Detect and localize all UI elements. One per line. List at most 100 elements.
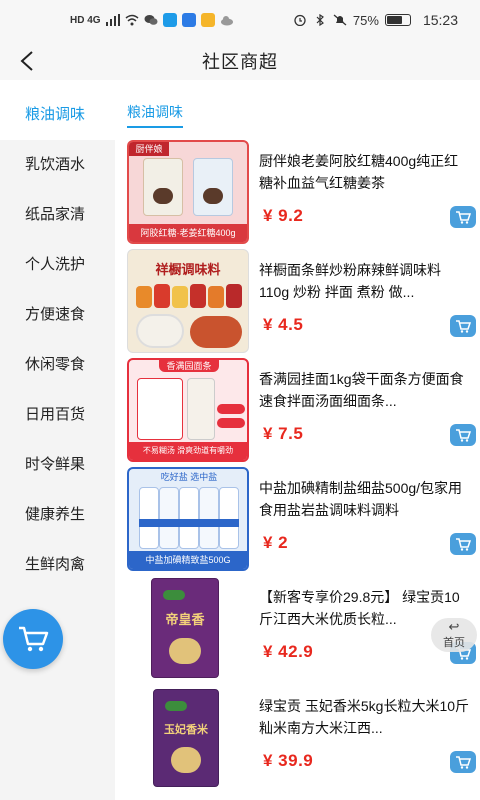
rice-bag-label	[163, 590, 185, 600]
app-notification-icon	[162, 13, 177, 27]
add-to-cart-button[interactable]	[450, 533, 476, 555]
product-price: ¥ 42.9	[263, 642, 314, 661]
image-caption: 不易糊汤 滑爽劲道有嚼劲	[129, 442, 247, 460]
cloud-icon	[220, 14, 234, 26]
page-title: 社区商超	[202, 52, 278, 72]
product-bag-dark	[203, 188, 223, 204]
sidebar-item-grain-oil[interactable]: 粮油调味	[0, 90, 115, 140]
cart-icon	[19, 626, 49, 652]
product-item[interactable]: 帝皇香 【新客专享价29.8元】 绿宝贡10斤江西大米优质长粒... ¥ 42.…	[127, 576, 476, 686]
image-caption: 祥橱调味料	[155, 262, 221, 277]
product-name[interactable]: 香满园挂面1kg袋干面条方便面食速食拌面汤面细面条...	[259, 368, 471, 412]
product-image: 祥橱调味料	[127, 249, 249, 353]
product-bag	[137, 378, 183, 440]
battery-icon	[384, 14, 411, 26]
product-stripe	[139, 519, 239, 527]
section-title: 粮油调味	[127, 102, 183, 128]
product-item[interactable]: 吃好盐 选中盐 中盐加碘精致盐500G 中盐加碘精制盐细盐500g/包家用食用盐…	[127, 467, 476, 577]
add-to-cart-button[interactable]	[450, 206, 476, 228]
sidebar-item-fresh-meat[interactable]: 生鲜肉禽	[0, 540, 115, 590]
product-bag	[179, 487, 199, 549]
add-to-cart-button[interactable]	[450, 751, 476, 773]
product-item[interactable]: 玉妃香米 绿宝贡 玉妃香米5kg长粒大米10斤籼米南方大米江西... ¥ 39.…	[127, 685, 476, 795]
product-name[interactable]: 祥橱面条鲜炒粉麻辣鲜调味料110g 炒粉 拌面 煮粉 做...	[259, 259, 471, 303]
sidebar-item-seasonal-fruit[interactable]: 时令鲜果	[0, 440, 115, 490]
product-list: 粮油调味 厨伴娘 阿胶红糖·老姜红糖400g 厨伴娘老姜阿胶红糖400g纯正红糖…	[115, 90, 480, 800]
wifi-icon	[125, 14, 139, 26]
rice-bag-art	[169, 638, 201, 664]
home-button-label: 首页	[443, 637, 465, 649]
product-name[interactable]: 绿宝贡 玉妃香米5kg长粒大米10斤籼米南方大米江西...	[259, 695, 471, 739]
sidebar-item-instant-food[interactable]: 方便速食	[0, 290, 115, 340]
image-caption: 阿胶红糖·老姜红糖400g	[129, 224, 247, 242]
cart-icon	[456, 211, 471, 224]
image-caption: 中盐加碘精致盐500G	[129, 551, 247, 569]
sidebar-item-snacks[interactable]: 休闲零食	[0, 340, 115, 390]
rice-bag-art	[171, 747, 201, 773]
sidebar-item-health[interactable]: 健康养生	[0, 490, 115, 540]
product-bag	[226, 284, 242, 308]
product-item[interactable]: 厨伴娘 阿胶红糖·老姜红糖400g 厨伴娘老姜阿胶红糖400g纯正红糖补血益气红…	[127, 140, 476, 250]
cart-icon	[456, 320, 471, 333]
product-item[interactable]: 祥橱调味料 祥橱面条鲜炒粉麻辣鲜调味料110g 炒粉 拌面 煮粉 做... ¥ …	[127, 249, 476, 359]
product-bag	[159, 487, 179, 549]
status-right: 75% 15:23	[293, 12, 458, 28]
product-bag	[199, 487, 219, 549]
category-sidebar: 粮油调味 乳饮酒水 纸品家清 个人洗护 方便速食 休闲零食 日用百货 时令鲜果 …	[0, 90, 115, 800]
product-bag	[193, 158, 233, 216]
app-notification-icon	[181, 13, 196, 27]
product-name[interactable]: 中盐加碘精制盐细盐500g/包家用食用盐岩盐调味料调料	[259, 477, 471, 521]
brand-label: 厨伴娘	[129, 142, 169, 156]
product-price: ¥ 7.5	[263, 424, 304, 443]
status-bar: HD 4G 75% 15:23	[0, 0, 480, 40]
product-price: ¥ 2	[263, 533, 289, 552]
bluetooth-icon	[313, 13, 327, 27]
product-image: 玉妃香米	[127, 685, 249, 789]
product-bag	[154, 284, 170, 308]
sidebar-item-daily-goods[interactable]: 日用百货	[0, 390, 115, 440]
product-item[interactable]: 香满园面条 不易糊汤 滑爽劲道有嚼劲 香满园挂面1kg袋干面条方便面食速食拌面汤…	[127, 358, 476, 468]
product-bag	[187, 378, 215, 440]
sidebar-item-paper-cleaning[interactable]: 纸品家清	[0, 190, 115, 240]
network-label: HD 4G	[70, 14, 101, 26]
product-price: ¥ 39.9	[263, 751, 314, 770]
add-to-cart-button[interactable]	[450, 424, 476, 446]
product-bag-dark	[153, 188, 173, 204]
product-bag	[139, 487, 159, 549]
food-bowl	[136, 314, 184, 348]
product-name[interactable]: 厨伴娘老姜阿胶红糖400g纯正红糖补血益气红糖姜茶	[259, 150, 471, 194]
product-badge	[217, 418, 245, 428]
sidebar-item-personal-care[interactable]: 个人洗护	[0, 240, 115, 290]
product-image: 香满园面条 不易糊汤 滑爽劲道有嚼劲	[127, 358, 249, 462]
product-price: ¥ 4.5	[263, 315, 304, 334]
product-bag	[143, 158, 183, 216]
rice-bag-label	[165, 701, 187, 711]
product-badge	[217, 404, 245, 414]
alarm-icon	[293, 14, 307, 27]
brand-label: 吃好盐 选中盐	[160, 472, 218, 482]
home-button[interactable]: ↩ 首页	[431, 618, 477, 652]
image-caption: 玉妃香米	[164, 724, 208, 736]
product-bag	[208, 286, 224, 308]
food-plate	[190, 316, 242, 348]
wechat-icon	[144, 14, 158, 26]
battery-percent: 75%	[352, 12, 379, 28]
floating-cart-button[interactable]	[3, 609, 63, 669]
cart-icon	[456, 756, 471, 769]
app-notification-icon	[200, 13, 215, 27]
cart-icon	[456, 538, 471, 551]
product-bag	[219, 487, 239, 549]
brand-label: 香满园面条	[159, 360, 219, 372]
product-price: ¥ 9.2	[263, 206, 304, 225]
clock: 15:23	[422, 12, 458, 28]
product-image: 吃好盐 选中盐 中盐加碘精致盐500G	[127, 467, 249, 571]
mute-icon	[333, 14, 347, 26]
sidebar-item-dairy-drinks[interactable]: 乳饮酒水	[0, 140, 115, 190]
product-image: 帝皇香	[127, 576, 249, 680]
product-image: 厨伴娘 阿胶红糖·老姜红糖400g	[127, 140, 249, 244]
image-caption: 帝皇香	[165, 612, 205, 627]
add-to-cart-button[interactable]	[450, 315, 476, 337]
battery-level	[386, 16, 402, 24]
product-bag	[190, 284, 206, 308]
product-bag	[136, 286, 152, 308]
